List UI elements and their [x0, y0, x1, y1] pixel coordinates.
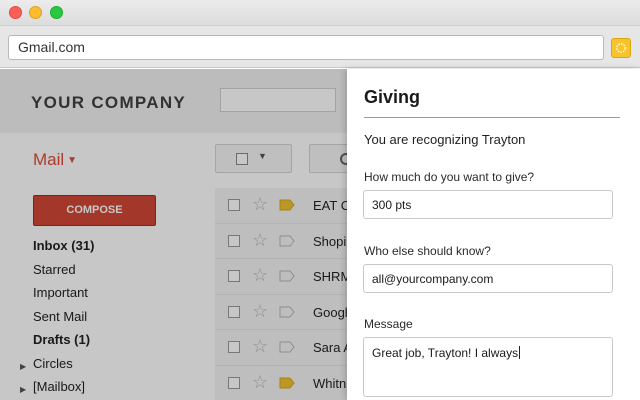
star-icon[interactable]: ☆: [252, 265, 268, 286]
star-icon[interactable]: ☆: [252, 230, 268, 251]
message-label: Message: [364, 317, 413, 331]
important-marker-icon[interactable]: [279, 199, 295, 211]
compose-button[interactable]: COMPOSE: [33, 195, 156, 226]
mail-menu[interactable]: Mail ▼: [33, 150, 77, 170]
expand-triangle-icon[interactable]: ▶: [20, 359, 26, 375]
star-icon[interactable]: ☆: [252, 372, 268, 393]
amount-label: How much do you want to give?: [364, 170, 535, 184]
important-marker-icon[interactable]: [279, 270, 295, 282]
star-icon[interactable]: ☆: [252, 301, 268, 322]
star-icon[interactable]: ☆: [252, 336, 268, 357]
table-row[interactable]: ☆ Sara A: [215, 330, 355, 366]
message-list: ☆ EAT C ☆ Shopi ☆ SHRM ☆ Googl ☆ Sara A: [215, 188, 355, 400]
notify-field[interactable]: all@yourcompany.com: [363, 264, 613, 293]
window-titlebar: [0, 0, 640, 26]
row-checkbox[interactable]: [228, 341, 240, 353]
extension-button[interactable]: [611, 38, 631, 58]
minimize-window-button[interactable]: [29, 6, 42, 19]
row-checkbox[interactable]: [228, 234, 240, 247]
maximize-window-button[interactable]: [50, 6, 63, 19]
row-checkbox[interactable]: [228, 199, 240, 211]
close-window-button[interactable]: [9, 6, 22, 19]
search-input[interactable]: [220, 88, 336, 112]
important-marker-icon[interactable]: [279, 341, 295, 353]
row-checkbox[interactable]: [228, 270, 240, 282]
row-checkbox[interactable]: [228, 376, 240, 389]
folder-circles[interactable]: ▶ Circles: [20, 356, 94, 380]
expand-triangle-icon[interactable]: ▶: [20, 382, 26, 398]
folder-list: Inbox (31) Starred Important Sent Mail D…: [20, 238, 94, 400]
caret-down-icon: ▼: [67, 155, 78, 166]
folder-starred[interactable]: Starred: [33, 262, 94, 286]
important-marker-icon[interactable]: [279, 306, 295, 318]
table-row[interactable]: ☆ SHRM: [215, 259, 355, 295]
giving-panel: Giving You are recognizing Trayton How m…: [347, 69, 640, 400]
folder-mailbox[interactable]: ▶ [Mailbox]: [20, 379, 94, 400]
row-checkbox[interactable]: [228, 305, 240, 318]
company-logo: YOUR COMPANY: [31, 93, 187, 112]
table-row[interactable]: ☆ Shopi: [215, 223, 355, 259]
important-marker-icon[interactable]: [279, 235, 295, 247]
important-marker-icon[interactable]: [279, 377, 295, 389]
star-icon[interactable]: ☆: [252, 194, 268, 215]
caret-down-icon: ▼: [258, 151, 267, 161]
sun-icon: [616, 43, 626, 53]
message-textarea[interactable]: Great job, Trayton! I always: [363, 337, 613, 397]
table-row[interactable]: ☆ EAT C: [215, 188, 355, 224]
checkbox-icon: [236, 153, 248, 165]
address-bar: Gmail.com: [0, 26, 640, 68]
folder-sent-mail[interactable]: Sent Mail: [33, 309, 94, 333]
recipient-text: You are recognizing Trayton: [364, 132, 526, 147]
table-row[interactable]: ☆ Googl: [215, 294, 355, 330]
folder-important[interactable]: Important: [33, 285, 94, 309]
panel-title: Giving: [364, 87, 421, 107]
notify-label: Who else should know?: [364, 244, 491, 258]
amount-field[interactable]: 300 pts: [363, 190, 613, 219]
table-row[interactable]: ☆ Whitn: [215, 365, 355, 400]
divider: [364, 117, 620, 118]
select-all-button[interactable]: ▼: [215, 144, 292, 173]
text-cursor: [519, 346, 521, 359]
folder-inbox[interactable]: Inbox (31): [33, 238, 94, 262]
url-input[interactable]: Gmail.com: [8, 35, 604, 60]
folder-drafts[interactable]: Drafts (1): [33, 332, 94, 356]
mail-label: Mail: [33, 150, 65, 169]
message-text: Great job, Trayton! I always: [372, 346, 519, 360]
